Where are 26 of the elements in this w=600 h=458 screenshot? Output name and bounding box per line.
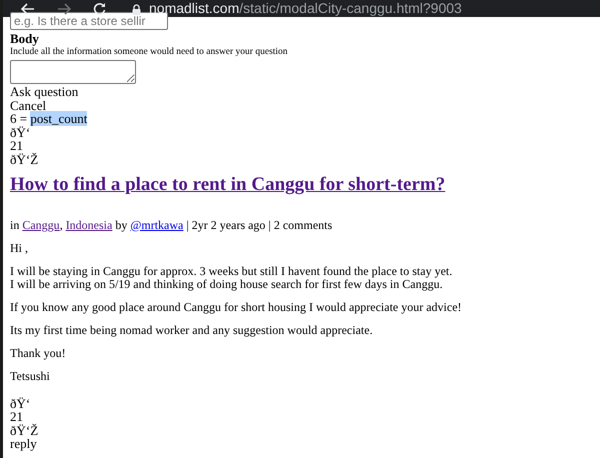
form-action[interactable]: Cancel <box>10 98 600 112</box>
meta-link[interactable]: @mrtkawa <box>130 218 184 232</box>
reaction-text: 21 <box>10 410 23 424</box>
reaction-text: ðŸ‘Ž <box>10 424 40 438</box>
title-input[interactable]: e.g. Is there a store sellir <box>10 12 168 30</box>
back-icon[interactable] <box>21 3 35 15</box>
post-paragraph: Its my first time being nomad worker and any suggestion would appreciate. <box>10 324 374 337</box>
body-textarea[interactable] <box>10 60 136 84</box>
meta-link[interactable]: Canggu <box>22 218 60 232</box>
reaction-text: ðŸ‘ <box>10 126 30 140</box>
reaction-text: ðŸ‘ <box>10 396 32 410</box>
body-hint: Include all the information someone would need to answer your question <box>10 46 289 58</box>
body-label: Body <box>10 32 40 46</box>
post-paragraph: Thank you! <box>10 346 67 360</box>
form-action[interactable]: Ask question <box>10 85 600 99</box>
meta-link[interactable]: Indonesia <box>66 218 112 232</box>
reaction-text: 21 <box>10 139 23 153</box>
post-paragraph: Tetsushi <box>10 370 51 383</box>
post-paragraph: I will be staying in Canggu for approx. 3 weeks but still I havent found the place to stay yet. I will be arriving on 5/19 and thinking of doing house search for first few days in Canggu. <box>10 264 454 291</box>
post-paragraph: Hi , <box>10 242 29 255</box>
post-paragraph: If you know any good place around Canggu for short housing I would appreciate your advice! <box>10 300 463 314</box>
post-count-text: 6 = post_count <box>10 112 88 126</box>
reaction-text: reply <box>10 437 38 451</box>
post-meta: in Canggu, Indonesia by @mrtkawa | 2yr 2 years ago | 2 comments <box>10 218 334 232</box>
post-title-link[interactable]: How to find a place to rent in Canggu for short-term? <box>10 172 446 197</box>
reaction-text: ðŸ‘Ž <box>10 152 40 167</box>
